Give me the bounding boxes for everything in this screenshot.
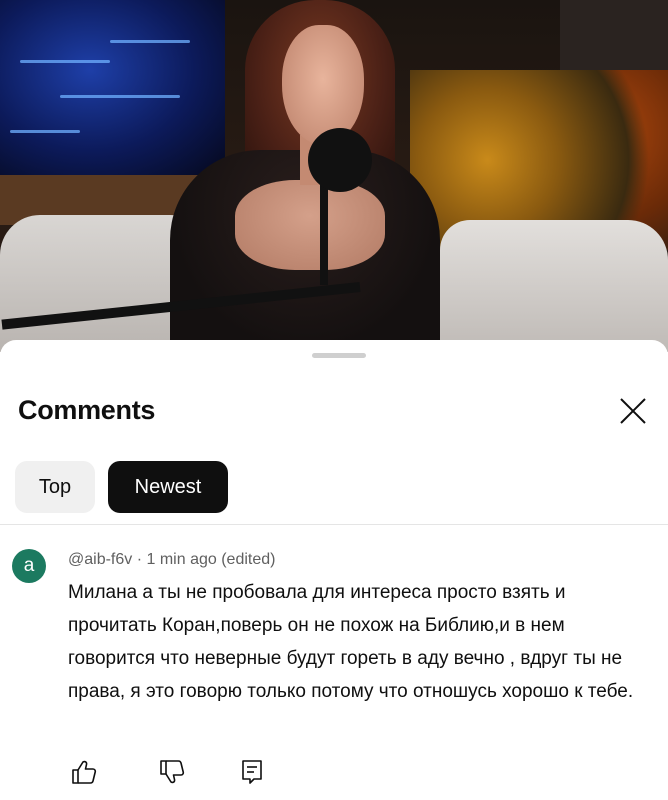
person-chest xyxy=(235,180,385,270)
comment-edited-label: (edited) xyxy=(221,551,276,568)
reply-icon[interactable] xyxy=(238,758,266,786)
close-icon[interactable] xyxy=(618,396,648,426)
thumbs-down-icon[interactable] xyxy=(158,758,186,786)
meta-separator: · xyxy=(136,551,143,568)
sort-tab-top[interactable]: Top xyxy=(15,461,95,513)
microphone-stem xyxy=(320,185,328,285)
background-window xyxy=(0,0,225,175)
background-wall xyxy=(560,0,668,80)
comment-author[interactable]: @aib-f6v xyxy=(68,551,132,568)
video-player[interactable] xyxy=(0,0,668,352)
sofa-cushion-right xyxy=(440,220,668,352)
person-face xyxy=(282,25,364,145)
comment-text: Милана а ты не пробовала для интереса пр… xyxy=(68,582,634,702)
comments-title: Comments xyxy=(18,395,156,425)
divider xyxy=(0,524,668,525)
drag-handle[interactable] xyxy=(312,353,366,358)
microphone xyxy=(308,128,372,192)
thumbs-up-icon[interactable] xyxy=(70,758,98,786)
comment-time: 1 min ago xyxy=(146,551,217,568)
avatar[interactable]: a xyxy=(12,549,46,583)
comments-sheet: Comments Top Newest a @aib-f6v · 1 min a… xyxy=(0,340,668,800)
comment-meta: @aib-f6v · 1 min ago (edited) xyxy=(68,551,275,569)
sort-tab-newest[interactable]: Newest xyxy=(108,461,228,513)
